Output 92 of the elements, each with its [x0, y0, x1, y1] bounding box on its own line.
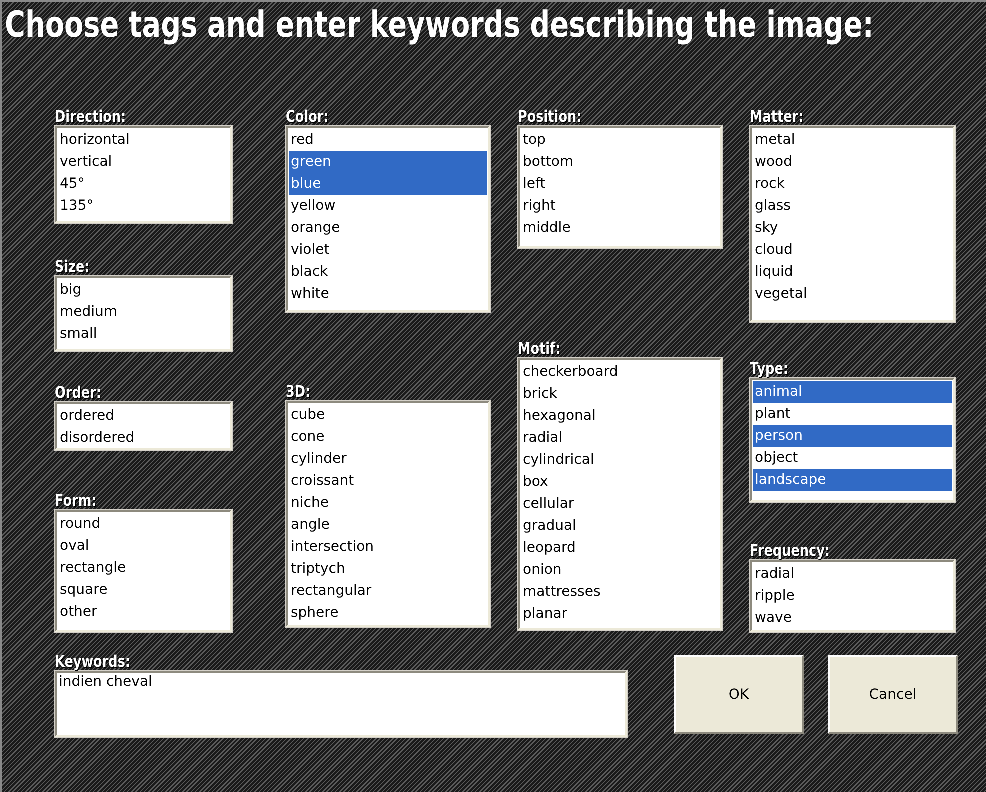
cancel-button[interactable]: Cancel	[828, 655, 958, 734]
list-box[interactable]: checkerboard brick hexagonal radial cylindrical box cellular gradual leopard onion mattresses planar	[518, 358, 722, 630]
list-item[interactable]: rock	[753, 173, 952, 195]
list-box[interactable]: top bottom left right middle	[518, 126, 722, 248]
list-item[interactable]: liquid	[753, 261, 952, 283]
list-label: Type:	[750, 360, 789, 378]
keywords-label: Keywords:	[55, 653, 131, 671]
list-item[interactable]: white	[289, 283, 487, 305]
list-item[interactable]: blue	[289, 173, 487, 195]
list-item[interactable]: box	[521, 471, 719, 493]
list-item[interactable]: big	[58, 279, 229, 301]
list-item[interactable]: onion	[521, 559, 719, 581]
list-item[interactable]: oval	[58, 535, 229, 557]
list-item[interactable]: sky	[753, 217, 952, 239]
list-item[interactable]: mattresses	[521, 581, 719, 603]
list-label: Motif:	[518, 340, 561, 358]
list-label: Form:	[55, 492, 97, 510]
list-box[interactable]: ordered disordered	[55, 402, 232, 450]
list-item[interactable]: green	[289, 151, 487, 173]
list-item[interactable]: intersection	[289, 536, 487, 558]
list-item[interactable]: cloud	[753, 239, 952, 261]
list-item[interactable]: object	[753, 447, 952, 469]
list-item[interactable]: medium	[58, 301, 229, 323]
list-box[interactable]: big medium small	[55, 276, 232, 351]
list-box[interactable]: animal plant person object landscape	[750, 378, 955, 502]
ok-button[interactable]: OK	[674, 655, 804, 734]
list-item[interactable]: other	[58, 601, 229, 623]
list-item[interactable]: planar	[521, 603, 719, 625]
list-label: Direction:	[55, 108, 126, 126]
list-item[interactable]: ripple	[753, 585, 952, 607]
list-item[interactable]: cube	[289, 404, 487, 426]
list-item[interactable]: triptych	[289, 558, 487, 580]
list-item[interactable]: ordered	[58, 405, 229, 427]
list-item[interactable]: checkerboard	[521, 361, 719, 383]
list-item[interactable]: radial	[521, 427, 719, 449]
list-item[interactable]: sphere	[289, 602, 487, 624]
list-label: Size:	[55, 258, 90, 276]
list-item[interactable]: round	[58, 513, 229, 535]
dialog-title: Choose tags and enter keywords describing the image:	[5, 4, 874, 48]
list-item[interactable]: bottom	[521, 151, 719, 173]
list-item[interactable]: orange	[289, 217, 487, 239]
list-item[interactable]: wave	[753, 607, 952, 629]
list-item[interactable]: violet	[289, 239, 487, 261]
list-item[interactable]: left	[521, 173, 719, 195]
list-box[interactable]: cube cone cylinder croissant niche angle intersection triptych rectangular sphere	[286, 401, 490, 627]
list-item[interactable]: leopard	[521, 537, 719, 559]
list-item[interactable]: vertical	[58, 151, 229, 173]
list-item[interactable]: right	[521, 195, 719, 217]
list-item[interactable]: rectangle	[58, 557, 229, 579]
list-box[interactable]: round oval rectangle square other	[55, 510, 232, 632]
list-box[interactable]: metal wood rock glass sky cloud liquid vegetal	[750, 126, 955, 322]
list-item[interactable]: cylindrical	[521, 449, 719, 471]
list-label: Matter:	[750, 108, 804, 126]
list-item[interactable]: square	[58, 579, 229, 601]
list-item[interactable]: middle	[521, 217, 719, 239]
list-item[interactable]: disordered	[58, 427, 229, 449]
list-item[interactable]: red	[289, 129, 487, 151]
list-item[interactable]: radial	[753, 563, 952, 585]
list-item[interactable]: animal	[753, 381, 952, 403]
list-item[interactable]: horizontal	[58, 129, 229, 151]
list-label: Frequency:	[750, 542, 830, 560]
list-item[interactable]: plant	[753, 403, 952, 425]
list-item[interactable]: black	[289, 261, 487, 283]
list-item[interactable]: metal	[753, 129, 952, 151]
list-item[interactable]: croissant	[289, 470, 487, 492]
list-item[interactable]: yellow	[289, 195, 487, 217]
list-item[interactable]: wood	[753, 151, 952, 173]
list-label: Color:	[286, 108, 329, 126]
list-item[interactable]: cone	[289, 426, 487, 448]
list-item[interactable]: gradual	[521, 515, 719, 537]
list-box[interactable]: red green blue yellow orange violet black white	[286, 126, 490, 312]
list-item[interactable]: person	[753, 425, 952, 447]
list-item[interactable]: cylinder	[289, 448, 487, 470]
list-box[interactable]: horizontal vertical 45° 135°	[55, 126, 232, 223]
list-item[interactable]: 135°	[58, 195, 229, 217]
list-box[interactable]: radial ripple wave	[750, 560, 955, 632]
list-item[interactable]: niche	[289, 492, 487, 514]
list-item[interactable]: glass	[753, 195, 952, 217]
list-item[interactable]: rectangular	[289, 580, 487, 602]
list-label: Order:	[55, 384, 102, 402]
list-item[interactable]: angle	[289, 514, 487, 536]
list-item[interactable]: 45°	[58, 173, 229, 195]
keywords-field[interactable]: indien cheval	[55, 671, 627, 737]
list-item[interactable]: landscape	[753, 469, 952, 491]
list-item[interactable]: hexagonal	[521, 405, 719, 427]
list-item[interactable]: small	[58, 323, 229, 345]
list-item[interactable]: cellular	[521, 493, 719, 515]
list-label: Position:	[518, 108, 582, 126]
list-label: 3D:	[286, 383, 311, 401]
list-item[interactable]: top	[521, 129, 719, 151]
list-item[interactable]: brick	[521, 383, 719, 405]
list-item[interactable]: vegetal	[753, 283, 952, 305]
